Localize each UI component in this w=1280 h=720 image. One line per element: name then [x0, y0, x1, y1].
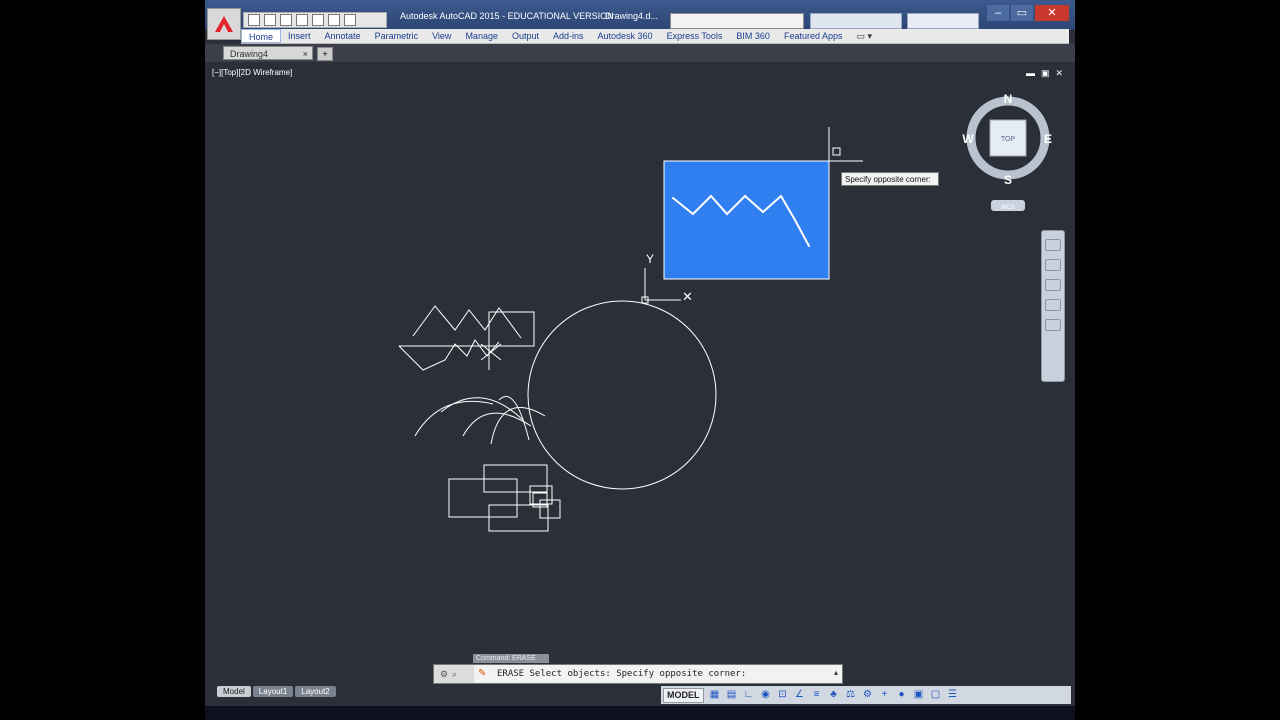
drawing-canvas[interactable]: Y ✕ TOP N S E W WCS	[205, 0, 1075, 720]
command-line[interactable]: ⚙ ⌕ ✎ ERASE Select objects: Specify oppo…	[433, 664, 843, 684]
command-history-toggle[interactable]: ▴	[834, 668, 838, 677]
customize-icon[interactable]: ⚙	[440, 669, 448, 680]
selection-window	[663, 160, 830, 280]
viewport-restore-icon[interactable]: ▣	[1041, 68, 1050, 79]
zigzag-polyline[interactable]	[412, 305, 522, 339]
rect-3[interactable]	[488, 504, 549, 532]
snap-icon[interactable]: ▤	[726, 689, 738, 701]
compass-west: W	[962, 132, 974, 146]
desktop-background	[0, 0, 205, 720]
tab-layout1[interactable]: Layout1	[252, 686, 294, 697]
customization-menu-icon[interactable]: ☰	[947, 689, 959, 701]
arc-1[interactable]	[414, 400, 494, 437]
annotation-icon[interactable]: ♣	[828, 689, 840, 701]
layout-tabs: Model Layout1 Layout2	[217, 686, 336, 697]
viewport-close-icon[interactable]: ✕	[1055, 68, 1063, 79]
compass-east: E	[1044, 132, 1052, 146]
scale-icon[interactable]: ⚖	[845, 689, 857, 701]
circle[interactable]	[527, 300, 717, 490]
command-line-buttons: ⚙ ⌕	[434, 665, 474, 683]
orbit-icon[interactable]	[1045, 299, 1061, 311]
command-prompt-text: ERASE Select objects: Specify opposite c…	[497, 669, 747, 679]
model-space-button[interactable]: MODEL	[663, 687, 704, 703]
otrack-icon[interactable]: ∠	[794, 689, 806, 701]
polar-icon[interactable]: ◉	[760, 689, 772, 701]
ucs-x-label: ✕	[682, 289, 693, 304]
ucs-y-label: Y	[646, 252, 654, 266]
crosshair-cursor	[828, 127, 863, 162]
navigation-bar	[1041, 230, 1065, 382]
isolate-icon[interactable]: ▣	[913, 689, 925, 701]
zigzag-rectangle[interactable]	[488, 311, 535, 347]
compass-north: N	[1004, 92, 1013, 106]
taskbar-strip	[205, 706, 1075, 720]
clean-screen-icon[interactable]: ▢	[930, 689, 942, 701]
zoom-icon[interactable]	[1045, 279, 1061, 291]
dynamic-input-tooltip: Specify opposite corner:	[841, 172, 939, 186]
command-pencil-icon: ✎	[478, 668, 487, 679]
tab-model[interactable]: Model	[217, 686, 251, 697]
rect-1[interactable]	[448, 478, 518, 518]
viewport-minimize-icon[interactable]: ▬	[1026, 68, 1035, 79]
compass-south: S	[1004, 173, 1012, 187]
hardware-acceleration-icon[interactable]: ●	[896, 689, 908, 701]
wcs-label: WCS	[1001, 205, 1015, 211]
tab-layout2[interactable]: Layout2	[295, 686, 336, 697]
command-history: Command: ERASE	[473, 654, 549, 663]
workspace-icon[interactable]: ⚙	[862, 689, 874, 701]
viewport-controls-label[interactable]: [−][Top][2D Wireframe]	[212, 68, 292, 77]
viewport-window-controls: ▬ ▣ ✕	[1026, 68, 1063, 79]
plus-icon[interactable]: +	[879, 689, 891, 701]
osnap-icon[interactable]: ⊡	[777, 689, 789, 701]
rect-5[interactable]	[539, 499, 561, 519]
ortho-icon[interactable]: ∟	[743, 689, 755, 701]
lineweight-icon[interactable]: ≡	[811, 689, 823, 701]
pan-icon[interactable]	[1045, 259, 1061, 271]
steering-wheel-icon[interactable]	[1045, 239, 1061, 251]
arc-5[interactable]	[498, 395, 530, 441]
showmotion-icon[interactable]	[1045, 319, 1061, 331]
grid-icon[interactable]: ▦	[709, 689, 721, 701]
status-bar: MODEL ▦ ▤ ∟ ◉ ⊡ ∠ ≡ ♣ ⚖ ⚙ + ● ▣ ▢ ☰	[661, 686, 1071, 704]
autocad-window: Autodesk AutoCAD 2015 - EDUCATIONAL VERS…	[205, 0, 1075, 720]
lower-zigzag-polyline[interactable]	[398, 339, 500, 371]
search-icon[interactable]: ⌕	[452, 669, 457, 680]
viewcube-face-label: TOP	[1001, 136, 1016, 143]
